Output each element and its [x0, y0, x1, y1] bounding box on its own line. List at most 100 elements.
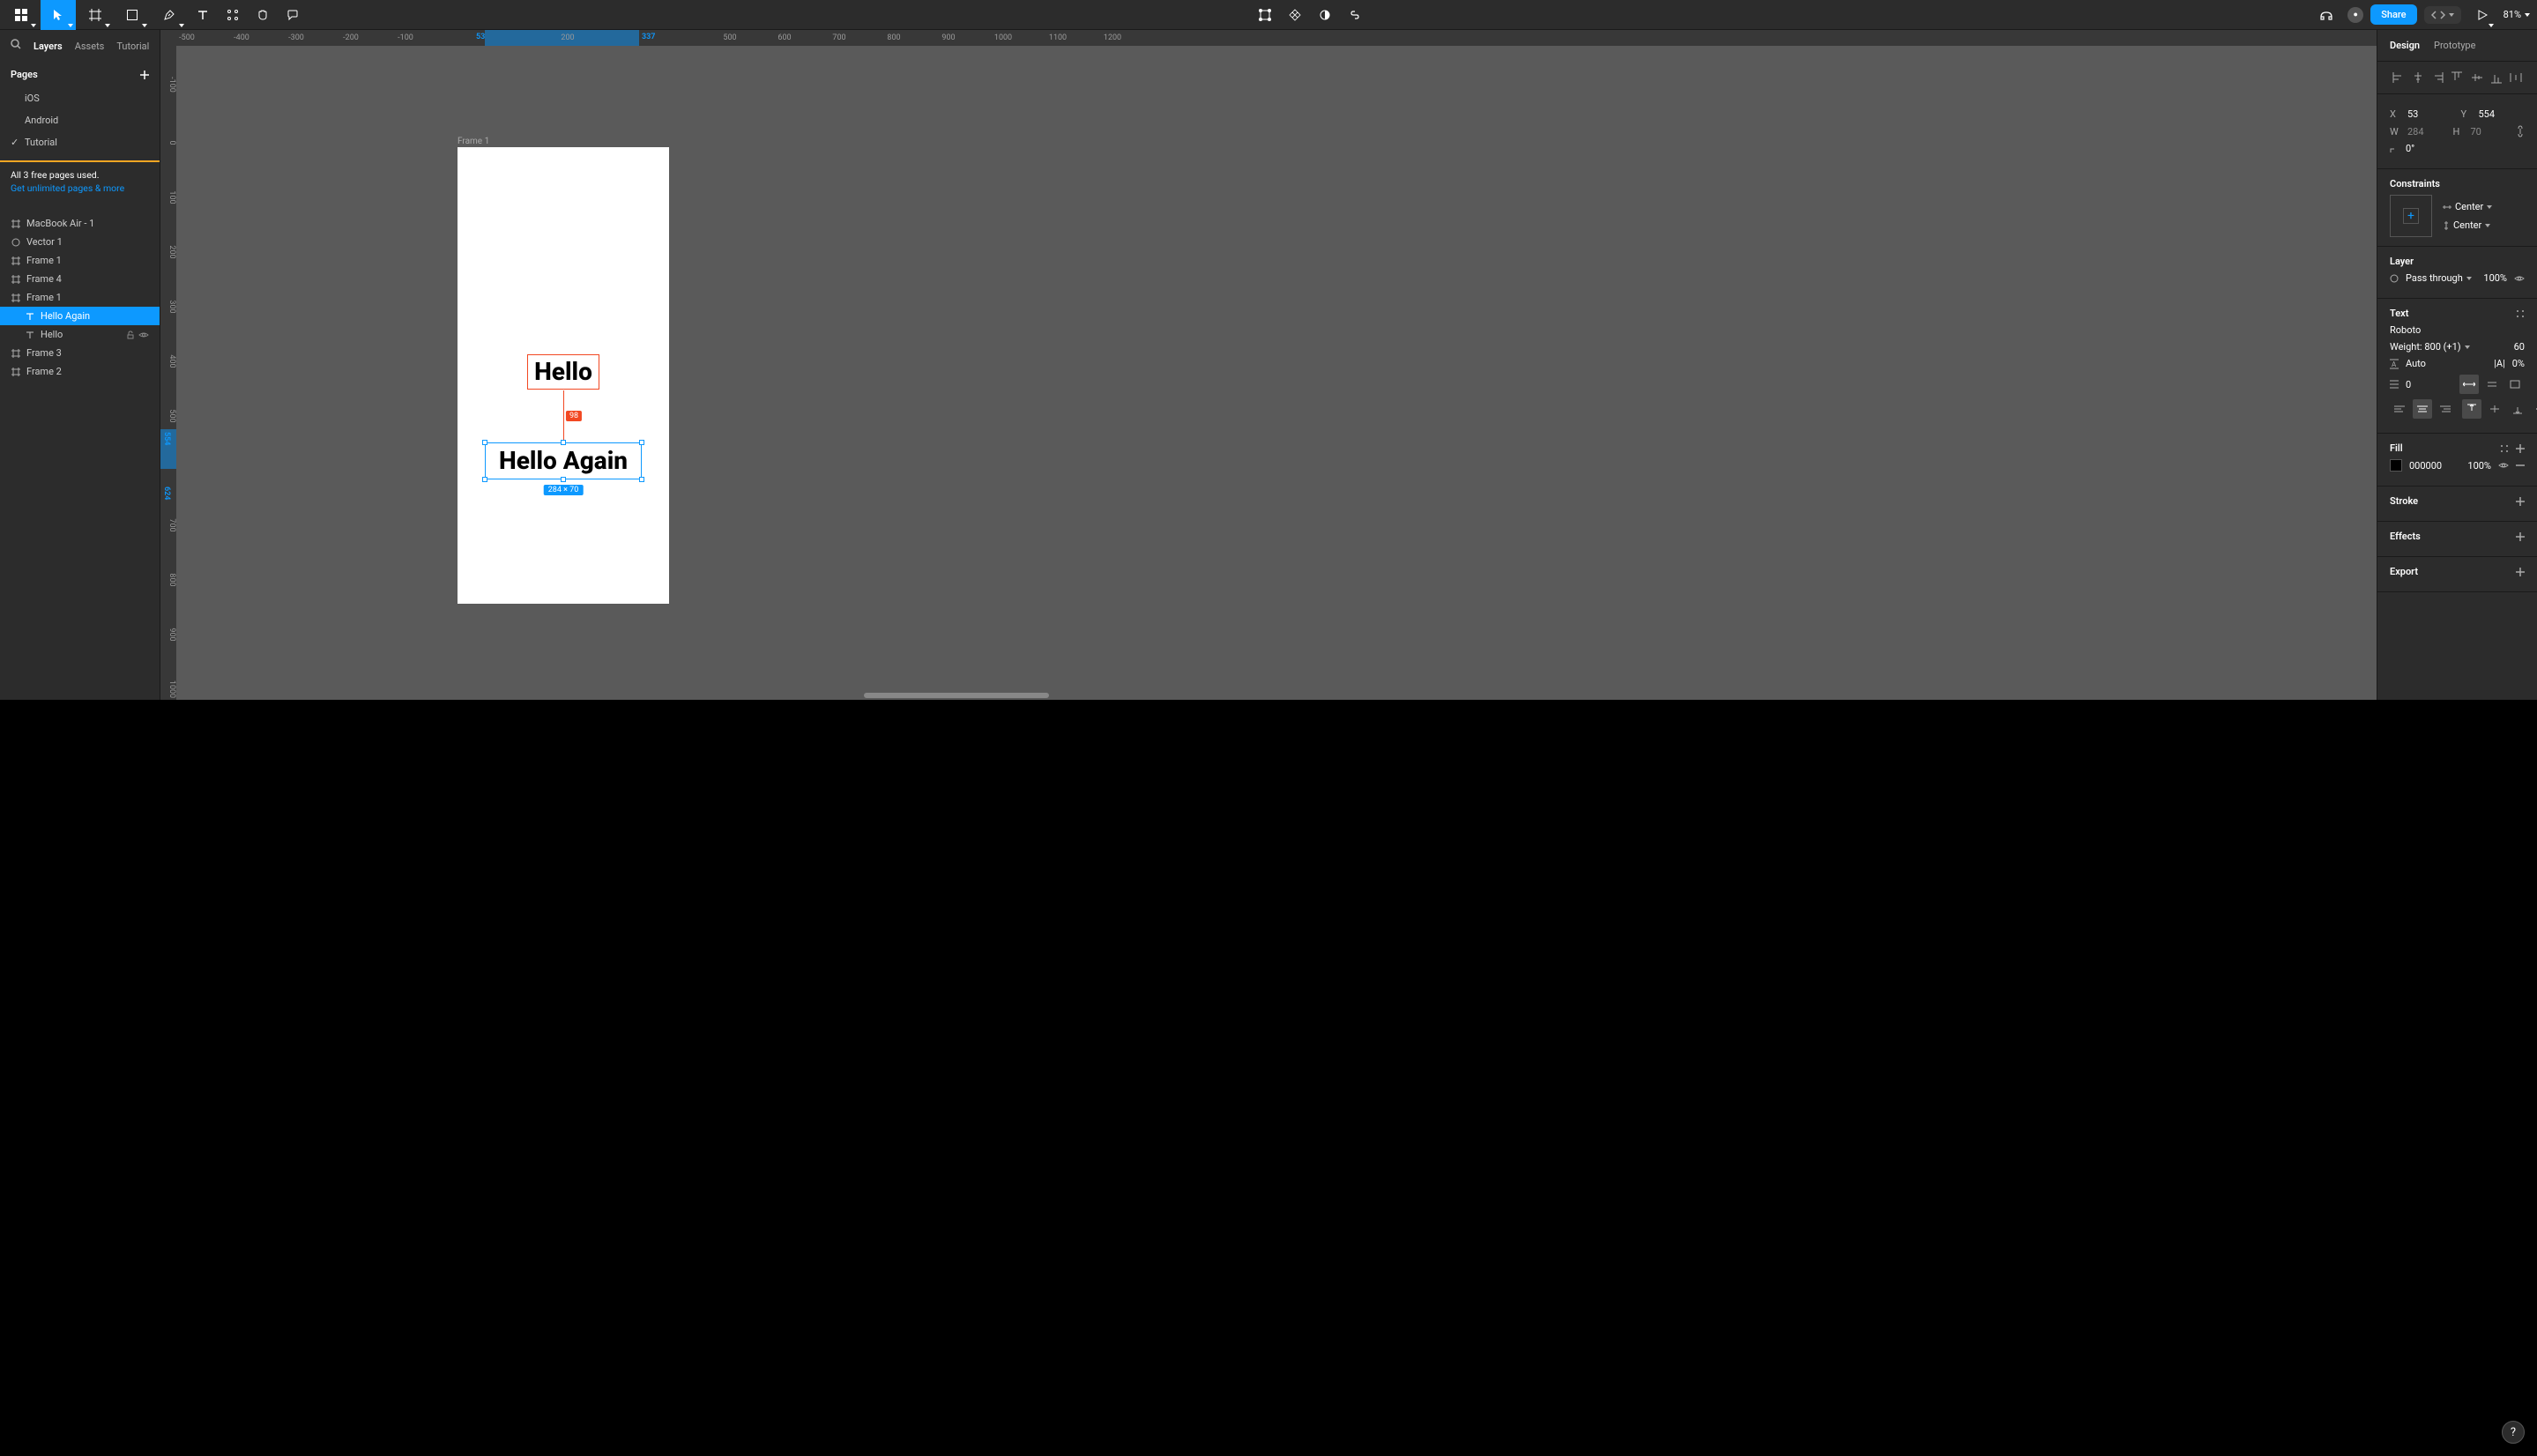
add-stroke-icon[interactable] [2516, 497, 2525, 506]
stroke-header: Stroke [2390, 495, 2418, 507]
promo-link[interactable]: Get unlimited pages & more [11, 182, 149, 196]
y-input[interactable]: 554 [2479, 108, 2526, 120]
audio-icon[interactable] [2312, 0, 2340, 30]
auto-width-icon[interactable] [2459, 375, 2479, 394]
frame-label[interactable]: Frame 1 [458, 137, 489, 146]
align-bottom-icon[interactable] [2488, 69, 2505, 86]
text-align-center-icon[interactable] [2413, 399, 2432, 419]
align-top-icon[interactable] [2448, 69, 2466, 86]
page-item-ios[interactable]: iOS [0, 87, 160, 109]
text-align-right-icon[interactable] [2436, 399, 2455, 419]
layer-item[interactable]: Frame 2 [0, 362, 160, 381]
more-text-options-icon[interactable] [2531, 399, 2537, 419]
add-export-icon[interactable] [2516, 568, 2525, 576]
layer-item[interactable]: Frame 4 [0, 270, 160, 288]
font-size-input[interactable]: 60 [2514, 341, 2525, 353]
selection-handle[interactable] [639, 440, 644, 445]
edit-object-icon[interactable] [1251, 0, 1279, 30]
text-settings-icon[interactable] [2516, 309, 2525, 318]
help-button[interactable]: ? [2502, 1421, 2525, 1444]
shape-tool[interactable] [115, 0, 150, 30]
add-page-button[interactable] [140, 71, 149, 79]
scrollbar-horizontal[interactable] [864, 693, 1049, 698]
text-hello[interactable]: Hello [527, 354, 599, 390]
auto-height-icon[interactable] [2482, 375, 2502, 394]
fill-opacity-input[interactable]: 100% [2467, 460, 2491, 472]
constrain-proportions-icon[interactable] [2516, 125, 2525, 137]
text-align-left-icon[interactable] [2390, 399, 2409, 419]
page-item-android[interactable]: Android [0, 109, 160, 131]
paragraph-spacing-input[interactable]: 0 [2406, 379, 2452, 390]
layer-item[interactable]: Vector 1 [0, 233, 160, 251]
layer-item[interactable]: Frame 3 [0, 344, 160, 362]
constraint-widget[interactable]: + [2390, 195, 2432, 237]
h-input[interactable]: 70 [2471, 126, 2510, 137]
align-h-center-icon[interactable] [2409, 69, 2427, 86]
file-name[interactable]: Tutorial [116, 41, 149, 52]
layer-item[interactable]: Frame 1 [0, 251, 160, 270]
fill-styles-icon[interactable] [2500, 444, 2509, 453]
selection-handle[interactable] [639, 477, 644, 482]
eye-icon[interactable] [2514, 274, 2525, 283]
constraint-h-dropdown[interactable]: Center [2443, 201, 2492, 212]
page-item-tutorial[interactable]: Tutorial [0, 131, 160, 153]
selection-handle[interactable] [561, 440, 566, 445]
opacity-input[interactable]: 100% [2483, 272, 2507, 284]
main-menu-button[interactable] [4, 0, 39, 30]
frame-tool[interactable] [78, 0, 113, 30]
align-left-icon[interactable] [2390, 69, 2407, 86]
fixed-size-icon[interactable] [2505, 375, 2525, 394]
zoom-dropdown[interactable]: 81% [2504, 9, 2530, 20]
add-fill-icon[interactable] [2516, 444, 2525, 453]
mask-icon[interactable] [1311, 0, 1339, 30]
layers-tab[interactable]: Layers [33, 41, 63, 52]
resources-tool[interactable] [219, 0, 247, 30]
w-input[interactable]: 284 [2407, 126, 2446, 137]
text-tool[interactable] [189, 0, 217, 30]
layer-item[interactable]: Frame 1 [0, 288, 160, 307]
text-hello-again[interactable]: Hello Again [485, 442, 642, 479]
layer-item[interactable]: Hello [0, 325, 160, 344]
component-icon[interactable] [1281, 0, 1309, 30]
selection-handle[interactable] [482, 477, 487, 482]
eye-icon[interactable] [138, 331, 149, 339]
align-v-center-icon[interactable] [2468, 69, 2486, 86]
text-align-middle-icon[interactable] [2485, 399, 2504, 419]
font-weight-dropdown[interactable]: Weight: 800 (+1) [2390, 341, 2470, 353]
pen-tool[interactable] [152, 0, 187, 30]
remove-fill-icon[interactable] [2516, 464, 2525, 466]
share-button[interactable]: Share [2370, 4, 2416, 25]
add-effect-icon[interactable] [2516, 532, 2525, 541]
letter-spacing-input[interactable]: 0% [2512, 358, 2525, 369]
prototype-tab[interactable]: Prototype [2434, 40, 2475, 51]
rotation-input[interactable]: 0° [2406, 143, 2525, 154]
layer-item[interactable]: Hello Again [0, 307, 160, 325]
text-align-bottom-icon[interactable] [2508, 399, 2527, 419]
selection-handle[interactable] [482, 440, 487, 445]
fill-color-input[interactable]: 000000 [2409, 460, 2442, 472]
comment-tool[interactable] [279, 0, 307, 30]
hand-tool[interactable] [249, 0, 277, 30]
dev-mode-button[interactable] [2424, 6, 2461, 24]
text-align-top-icon[interactable] [2462, 399, 2481, 419]
distribute-icon[interactable] [2507, 69, 2525, 86]
layer-item[interactable]: MacBook Air - 1 [0, 214, 160, 233]
constraint-v-dropdown[interactable]: Center [2443, 219, 2492, 231]
line-height-input[interactable]: Auto [2406, 358, 2480, 369]
design-tab[interactable]: Design [2390, 40, 2420, 51]
avatar[interactable]: ● [2347, 7, 2363, 23]
blend-mode-dropdown[interactable]: Pass through [2406, 272, 2472, 284]
selection-handle[interactable] [561, 477, 566, 482]
lock-icon[interactable] [126, 331, 135, 339]
link-icon[interactable] [1341, 0, 1369, 30]
move-tool[interactable] [41, 0, 76, 30]
font-family-dropdown[interactable]: Roboto [2390, 324, 2525, 336]
align-right-icon[interactable] [2429, 69, 2446, 86]
canvas[interactable]: -500 -400 -300 -200 -100 53 200 337 500 … [160, 30, 2377, 700]
fill-color-swatch[interactable] [2390, 459, 2402, 472]
search-icon[interactable] [11, 39, 21, 53]
x-input[interactable]: 53 [2407, 108, 2454, 120]
assets-tab[interactable]: Assets [75, 41, 105, 52]
present-button[interactable] [2468, 0, 2496, 30]
eye-icon[interactable] [2498, 461, 2509, 470]
